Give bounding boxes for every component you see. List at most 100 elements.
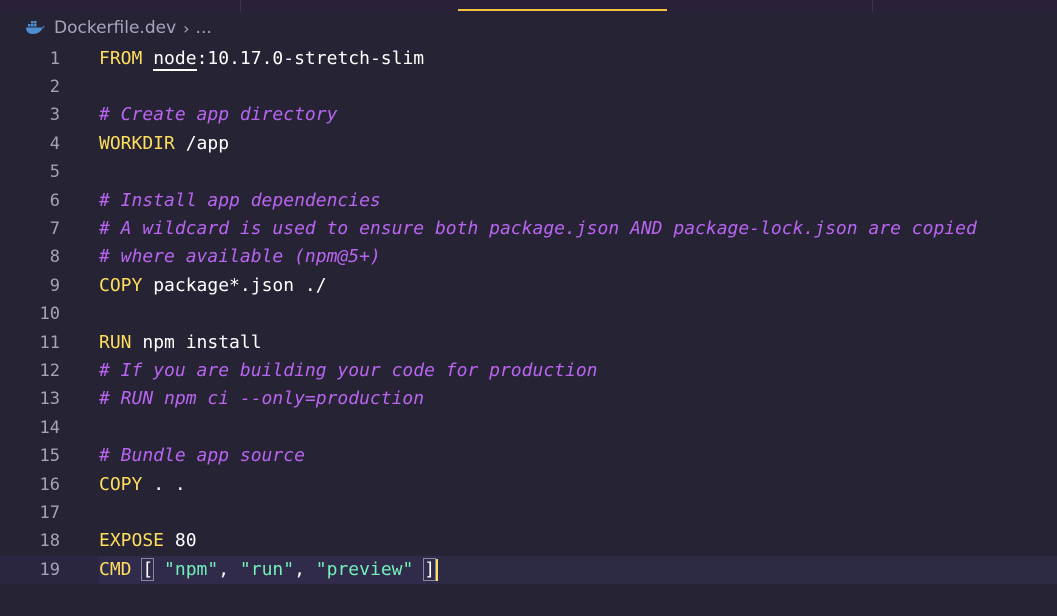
instruction-args: package*.json ./ bbox=[142, 274, 327, 296]
breadcrumb-more[interactable]: ... bbox=[196, 18, 212, 38]
line-number: 4 bbox=[49, 133, 60, 154]
instruction-keyword: COPY bbox=[99, 473, 143, 495]
comment-text: # If you are building your code for prod… bbox=[99, 359, 598, 381]
line-number: 14 bbox=[39, 417, 60, 438]
code-text: # RUN npm ci --only=production bbox=[99, 385, 424, 413]
line-number: 5 bbox=[49, 162, 60, 183]
instruction-keyword: CMD bbox=[99, 558, 132, 580]
code-text: # Create app directory bbox=[99, 101, 337, 129]
close-bracket: ] bbox=[423, 557, 437, 581]
line-number: 9 bbox=[49, 275, 60, 296]
code-line[interactable]: 17 bbox=[0, 499, 1057, 527]
code-content[interactable]: FROM node:10.17.0-stretch-slim bbox=[99, 45, 1057, 73]
comment-text: # where available (npm@5+) bbox=[99, 246, 381, 268]
code-content[interactable] bbox=[99, 158, 1057, 186]
line-number: 6 bbox=[49, 190, 60, 211]
breadcrumb: Dockerfile.dev › ... bbox=[0, 12, 1057, 44]
instruction-args: 80 bbox=[164, 530, 197, 552]
code-text: # Install app dependencies bbox=[99, 187, 381, 215]
instruction-args: npm install bbox=[131, 331, 262, 353]
string-arg: "run" bbox=[239, 558, 295, 580]
code-line[interactable]: 19 CMD [ "npm", "run", "preview" ] bbox=[0, 555, 1057, 585]
code-text: RUN npm install bbox=[99, 329, 262, 357]
tab-divider bbox=[240, 0, 241, 12]
code-line[interactable]: 10 bbox=[0, 300, 1057, 328]
image-name: node bbox=[153, 47, 197, 71]
open-bracket: [ bbox=[141, 557, 155, 581]
code-line[interactable]: 18 EXPOSE 80 bbox=[0, 527, 1057, 555]
chevron-right-icon: › bbox=[183, 18, 190, 38]
comment-text: # A wildcard is used to ensure both pack… bbox=[99, 217, 977, 239]
code-line[interactable]: 4 WORKDIR /app bbox=[0, 130, 1057, 158]
code-content[interactable]: CMD [ "npm", "run", "preview" ] bbox=[99, 555, 1057, 585]
code-line[interactable]: 8 # where available (npm@5+) bbox=[0, 243, 1057, 271]
line-number: 13 bbox=[39, 389, 60, 410]
code-content[interactable]: COPY . . bbox=[99, 471, 1057, 499]
code-line[interactable]: 15 # Bundle app source bbox=[0, 442, 1057, 470]
code-line[interactable]: 1 FROM node:10.17.0-stretch-slim bbox=[0, 45, 1057, 73]
comment-text: # Create app directory bbox=[99, 104, 338, 126]
code-text: COPY . . bbox=[99, 471, 186, 499]
code-text: # A wildcard is used to ensure both pack… bbox=[99, 215, 977, 243]
code-content[interactable]: COPY package*.json ./ bbox=[99, 272, 1057, 300]
code-content[interactable]: # Bundle app source bbox=[99, 442, 1057, 470]
line-number: 15 bbox=[39, 446, 60, 467]
instruction-keyword: WORKDIR bbox=[99, 132, 175, 154]
code-text: # If you are building your code for prod… bbox=[99, 357, 598, 385]
line-number: 3 bbox=[49, 105, 60, 126]
line-number: 10 bbox=[39, 304, 60, 325]
line-number: 12 bbox=[39, 360, 60, 381]
breadcrumb-file[interactable]: Dockerfile.dev bbox=[54, 18, 176, 38]
code-editor[interactable]: 1 FROM node:10.17.0-stretch-slim 2 3 # Creat… bbox=[0, 44, 1057, 616]
line-number: 19 bbox=[39, 559, 60, 580]
code-text: COPY package*.json ./ bbox=[99, 272, 327, 300]
code-text: # where available (npm@5+) bbox=[99, 243, 381, 271]
active-tab-indicator bbox=[458, 9, 667, 11]
text-cursor bbox=[436, 558, 439, 581]
code-line[interactable]: 16 COPY . . bbox=[0, 471, 1057, 499]
code-content[interactable]: # where available (npm@5+) bbox=[99, 243, 1057, 271]
code-content[interactable] bbox=[99, 499, 1057, 527]
code-content[interactable]: # RUN npm ci --only=production bbox=[99, 385, 1057, 413]
image-tag: :10.17.0-stretch-slim bbox=[196, 47, 425, 69]
code-text: # Bundle app source bbox=[99, 442, 305, 470]
line-number: 7 bbox=[49, 218, 60, 239]
code-content[interactable]: # A wildcard is used to ensure both pack… bbox=[99, 215, 1057, 243]
instruction-args: . . bbox=[142, 473, 186, 495]
string-arg: "preview" bbox=[315, 558, 414, 580]
code-content[interactable]: EXPOSE 80 bbox=[99, 527, 1057, 555]
line-number: 1 bbox=[49, 48, 60, 69]
code-line[interactable]: 14 bbox=[0, 414, 1057, 442]
code-line[interactable]: 3 # Create app directory bbox=[0, 101, 1057, 129]
code-line[interactable]: 13 # RUN npm ci --only=production bbox=[0, 385, 1057, 413]
code-text: EXPOSE 80 bbox=[99, 527, 197, 555]
code-content[interactable] bbox=[99, 73, 1057, 101]
line-number: 8 bbox=[49, 247, 60, 268]
code-line[interactable]: 12 # If you are building your code for pr… bbox=[0, 357, 1057, 385]
line-number: 11 bbox=[39, 332, 60, 353]
code-content[interactable] bbox=[99, 300, 1057, 328]
code-line[interactable]: 7 # A wildcard is used to ensure both pac… bbox=[0, 215, 1057, 243]
docker-whale-icon bbox=[26, 21, 45, 34]
code-line[interactable]: 2 bbox=[0, 73, 1057, 101]
comment-text: # Bundle app source bbox=[99, 445, 305, 467]
code-line[interactable]: 6 # Install app dependencies bbox=[0, 187, 1057, 215]
code-content[interactable]: # Create app directory bbox=[99, 101, 1057, 129]
code-text: FROM node:10.17.0-stretch-slim bbox=[99, 45, 424, 73]
instruction-args: /app bbox=[174, 132, 230, 154]
code-content[interactable]: # If you are building your code for prod… bbox=[99, 357, 1057, 385]
code-content[interactable]: WORKDIR /app bbox=[99, 130, 1057, 158]
code-content[interactable]: # Install app dependencies bbox=[99, 187, 1057, 215]
code-content[interactable] bbox=[99, 414, 1057, 442]
code-content[interactable]: RUN npm install bbox=[99, 329, 1057, 357]
code-line[interactable]: 9 COPY package*.json ./ bbox=[0, 272, 1057, 300]
arg-separator: , bbox=[294, 558, 316, 580]
code-text: CMD [ "npm", "run", "preview" ] bbox=[99, 555, 439, 585]
code-line[interactable]: 5 bbox=[0, 158, 1057, 186]
code-line[interactable]: 11 RUN npm install bbox=[0, 329, 1057, 357]
string-arg: "npm" bbox=[164, 558, 219, 580]
instruction-keyword: COPY bbox=[99, 274, 143, 296]
